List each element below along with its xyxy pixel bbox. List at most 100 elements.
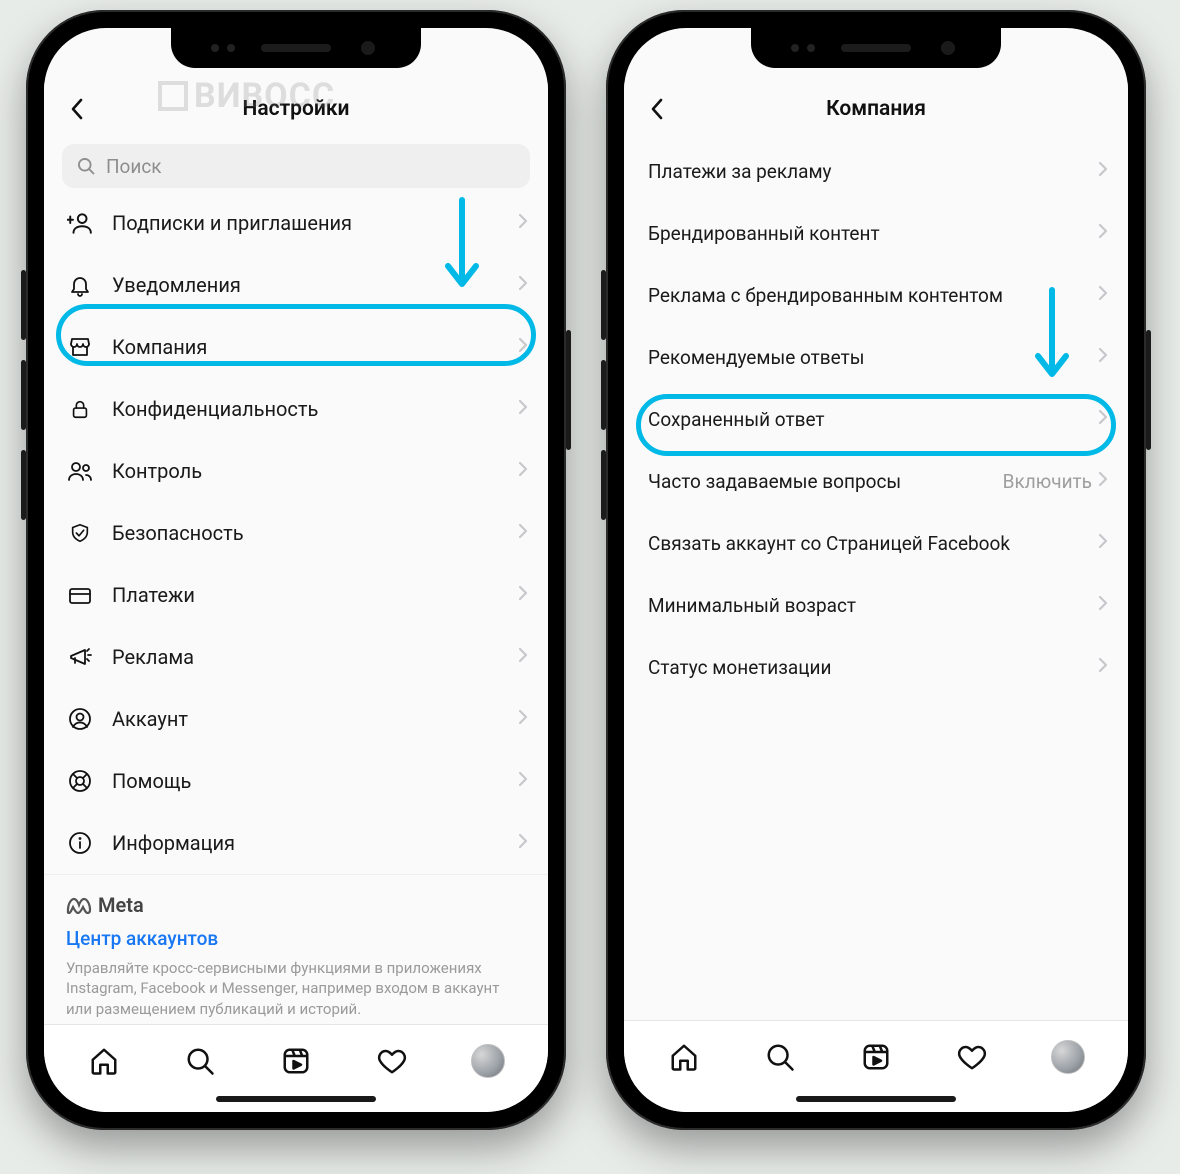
reels-icon: [861, 1042, 891, 1072]
chevron-right-icon: [518, 833, 528, 853]
content-left: Настройки Поиск Подписки и приглашения: [44, 28, 548, 1024]
content-right: Компания Платежи за рекламу Брендированн…: [624, 28, 1128, 1020]
menu-label: Часто задаваемые вопросы: [648, 470, 1003, 493]
menu-label: Уведомления: [112, 273, 500, 297]
menu-item-branded-content[interactable]: Брендированный контент: [624, 202, 1128, 264]
tab-profile[interactable]: [1046, 1035, 1090, 1079]
phone-frame-left: ВИВОСС Настройки Поиск: [26, 10, 566, 1130]
menu-label: Минимальный возраст: [648, 594, 1098, 617]
chevron-right-icon: [1098, 595, 1108, 615]
menu-item-min-age[interactable]: Минимальный возраст: [624, 574, 1128, 636]
tab-activity[interactable]: [370, 1039, 414, 1083]
heart-icon: [957, 1042, 987, 1072]
search-icon: [185, 1046, 215, 1076]
help-icon: [66, 769, 94, 793]
menu-item-payments[interactable]: Платежи: [44, 564, 548, 626]
chevron-right-icon: [1098, 471, 1108, 491]
search-icon: [76, 156, 96, 176]
nav-header: Компания: [624, 82, 1128, 136]
account-icon: [66, 707, 94, 731]
chevron-left-icon: [650, 98, 664, 120]
home-icon: [89, 1046, 119, 1076]
chevron-right-icon: [1098, 657, 1108, 677]
chevron-right-icon: [1098, 161, 1108, 181]
chevron-right-icon: [518, 771, 528, 791]
info-icon: [66, 831, 94, 855]
back-button[interactable]: [642, 94, 672, 124]
menu-item-monetization[interactable]: Статус монетизации: [624, 636, 1128, 698]
screen-right: Компания Платежи за рекламу Брендированн…: [624, 28, 1128, 1112]
chevron-right-icon: [518, 709, 528, 729]
business-menu: Платежи за рекламу Брендированный контен…: [624, 140, 1128, 698]
chevron-right-icon: [518, 647, 528, 667]
search-icon: [765, 1042, 795, 1072]
tab-home[interactable]: [662, 1035, 706, 1079]
menu-label: Реклама с брендированным контентом: [648, 284, 1098, 307]
user-plus-icon: [66, 210, 94, 236]
chevron-right-icon: [518, 523, 528, 543]
settings-menu: Подписки и приглашения Уведомления Компа…: [44, 192, 548, 874]
bottom-tab-bar: [44, 1024, 548, 1112]
back-button[interactable]: [62, 94, 92, 124]
tab-search[interactable]: [758, 1035, 802, 1079]
shop-icon: [66, 335, 94, 359]
menu-label: Компания: [112, 335, 500, 359]
menu-label: Связать аккаунт со Страницей Facebook: [648, 532, 1098, 555]
home-indicator: [796, 1096, 956, 1102]
menu-item-ad-payments[interactable]: Платежи за рекламу: [624, 140, 1128, 202]
menu-label: Безопасность: [112, 521, 500, 545]
menu-item-saved-reply[interactable]: Сохраненный ответ: [624, 388, 1128, 450]
home-indicator: [216, 1096, 376, 1102]
chevron-right-icon: [1098, 223, 1108, 243]
menu-item-account[interactable]: Аккаунт: [44, 688, 548, 750]
avatar: [471, 1044, 505, 1078]
menu-item-business[interactable]: Компания: [44, 316, 548, 378]
card-icon: [66, 583, 94, 607]
menu-label: Статус монетизации: [648, 656, 1098, 679]
screen-left: ВИВОСС Настройки Поиск: [44, 28, 548, 1112]
menu-item-security[interactable]: Безопасность: [44, 502, 548, 564]
meta-section: Meta Центр аккаунтов Управляйте кросс-се…: [44, 874, 548, 1024]
menu-item-privacy[interactable]: Конфиденциальность: [44, 378, 548, 440]
menu-item-supervision[interactable]: Контроль: [44, 440, 548, 502]
chevron-left-icon: [70, 98, 84, 120]
reels-icon: [281, 1046, 311, 1076]
menu-item-follow-invite[interactable]: Подписки и приглашения: [44, 192, 548, 254]
tab-activity[interactable]: [950, 1035, 994, 1079]
menu-label: Реклама: [112, 645, 500, 669]
menu-item-faq[interactable]: Часто задаваемые вопросы Включить: [624, 450, 1128, 512]
tab-reels[interactable]: [854, 1035, 898, 1079]
menu-item-branded-ads[interactable]: Реклама с брендированным контентом: [624, 264, 1128, 326]
menu-label: Сохраненный ответ: [648, 408, 1098, 431]
page-title: Компания: [826, 97, 926, 121]
accounts-center-link[interactable]: Центр аккаунтов: [66, 927, 526, 950]
menu-item-notifications[interactable]: Уведомления: [44, 254, 548, 316]
heart-icon: [377, 1046, 407, 1076]
menu-label: Рекомендуемые ответы: [648, 346, 1098, 369]
home-icon: [669, 1042, 699, 1072]
chevron-right-icon: [518, 585, 528, 605]
tab-home[interactable]: [82, 1039, 126, 1083]
menu-item-about[interactable]: Информация: [44, 812, 548, 874]
chevron-right-icon: [1098, 409, 1108, 429]
chevron-right-icon: [518, 461, 528, 481]
menu-label: Платежи за рекламу: [648, 160, 1098, 183]
meta-logo: Meta: [66, 893, 526, 917]
menu-label: Конфиденциальность: [112, 397, 500, 421]
tab-search[interactable]: [178, 1039, 222, 1083]
tab-profile[interactable]: [466, 1039, 510, 1083]
menu-label: Аккаунт: [112, 707, 500, 731]
shield-icon: [66, 521, 94, 545]
bell-icon: [66, 273, 94, 297]
menu-item-help[interactable]: Помощь: [44, 750, 548, 812]
notch: [171, 28, 421, 68]
menu-item-link-facebook[interactable]: Связать аккаунт со Страницей Facebook: [624, 512, 1128, 574]
menu-label: Подписки и приглашения: [112, 211, 500, 235]
menu-label: Брендированный контент: [648, 222, 1098, 245]
menu-item-suggested-replies[interactable]: Рекомендуемые ответы: [624, 326, 1128, 388]
menu-label: Помощь: [112, 769, 500, 793]
search-input[interactable]: Поиск: [62, 144, 530, 188]
chevron-right-icon: [518, 213, 528, 233]
tab-reels[interactable]: [274, 1039, 318, 1083]
menu-item-ads[interactable]: Реклама: [44, 626, 548, 688]
